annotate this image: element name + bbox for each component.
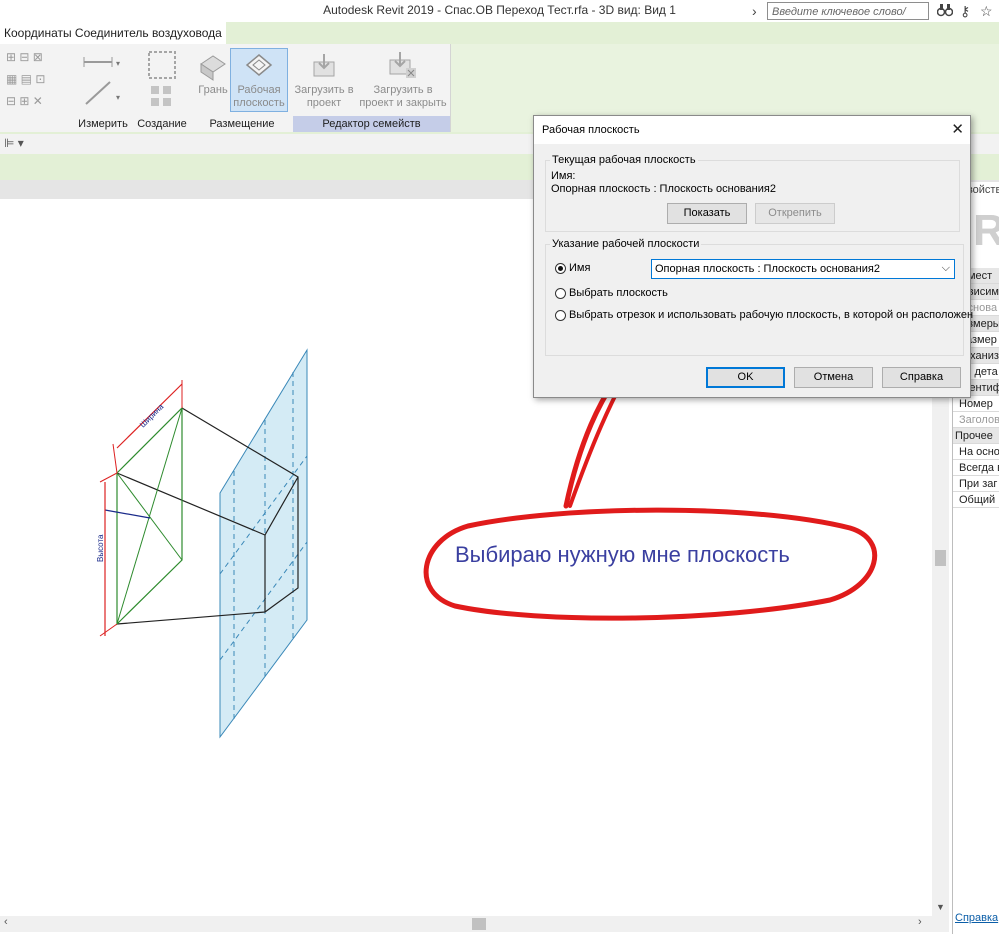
prop-row[interactable]: Номер [953, 396, 999, 412]
cancel-button[interactable]: Отмена [794, 367, 873, 388]
annotation-text: Выбираю нужную мне плоскость [455, 542, 790, 567]
revit-logo: R [973, 206, 999, 256]
radio-pick-plane[interactable] [555, 288, 566, 299]
dialog-title: Рабочая плоскость [542, 124, 640, 136]
scroll-down-icon[interactable]: ▼ [936, 902, 945, 912]
radio-pick-line[interactable] [555, 310, 566, 321]
name-label: Имя: [551, 170, 576, 182]
properties-help-link[interactable]: Справка [955, 912, 998, 924]
workplane-name-select-value: Опорная плоскость : Плоскость основания2 [655, 263, 880, 275]
close-icon[interactable]: ✕ [951, 120, 964, 138]
chevron-down-icon[interactable]: ⌵ [942, 262, 950, 275]
radio-name[interactable] [555, 263, 566, 274]
radio-pick-line-label[interactable]: Выбрать отрезок и использовать рабочую п… [569, 309, 973, 321]
prop-row[interactable]: Всегда в [953, 460, 999, 476]
current-workplane-caption: Текущая рабочая плоскость [550, 154, 698, 166]
prop-row[interactable]: На осно [953, 444, 999, 460]
prop-row[interactable]: При заг [953, 476, 999, 492]
workplane-dialog: Рабочая плоскость ✕ Текущая рабочая плос… [533, 115, 973, 398]
specify-workplane-caption: Указание рабочей плоскости [550, 238, 702, 250]
prop-row[interactable]: Прочее [953, 428, 999, 444]
detach-button[interactable]: Открепить [755, 203, 835, 224]
prop-row[interactable]: Общий [953, 492, 999, 508]
scroll-right-icon[interactable]: › [918, 916, 922, 928]
radio-pick-plane-label[interactable]: Выбрать плоскость [569, 287, 668, 299]
current-workplane-group [545, 160, 960, 232]
horizontal-scroll-thumb[interactable] [472, 918, 486, 930]
show-button[interactable]: Показать [667, 203, 747, 224]
scroll-left-icon[interactable]: ‹ [4, 916, 8, 928]
workplane-name-select[interactable]: Опорная плоскость : Плоскость основания2… [651, 259, 955, 279]
ok-button[interactable]: OK [706, 367, 785, 388]
help-button[interactable]: Справка [882, 367, 961, 388]
radio-name-label[interactable]: Имя [569, 262, 590, 274]
vertical-scroll-thumb[interactable] [935, 550, 946, 566]
current-workplane-name: Опорная плоскость : Плоскость основания2 [551, 183, 776, 195]
prop-row[interactable]: Заголов [953, 412, 999, 428]
